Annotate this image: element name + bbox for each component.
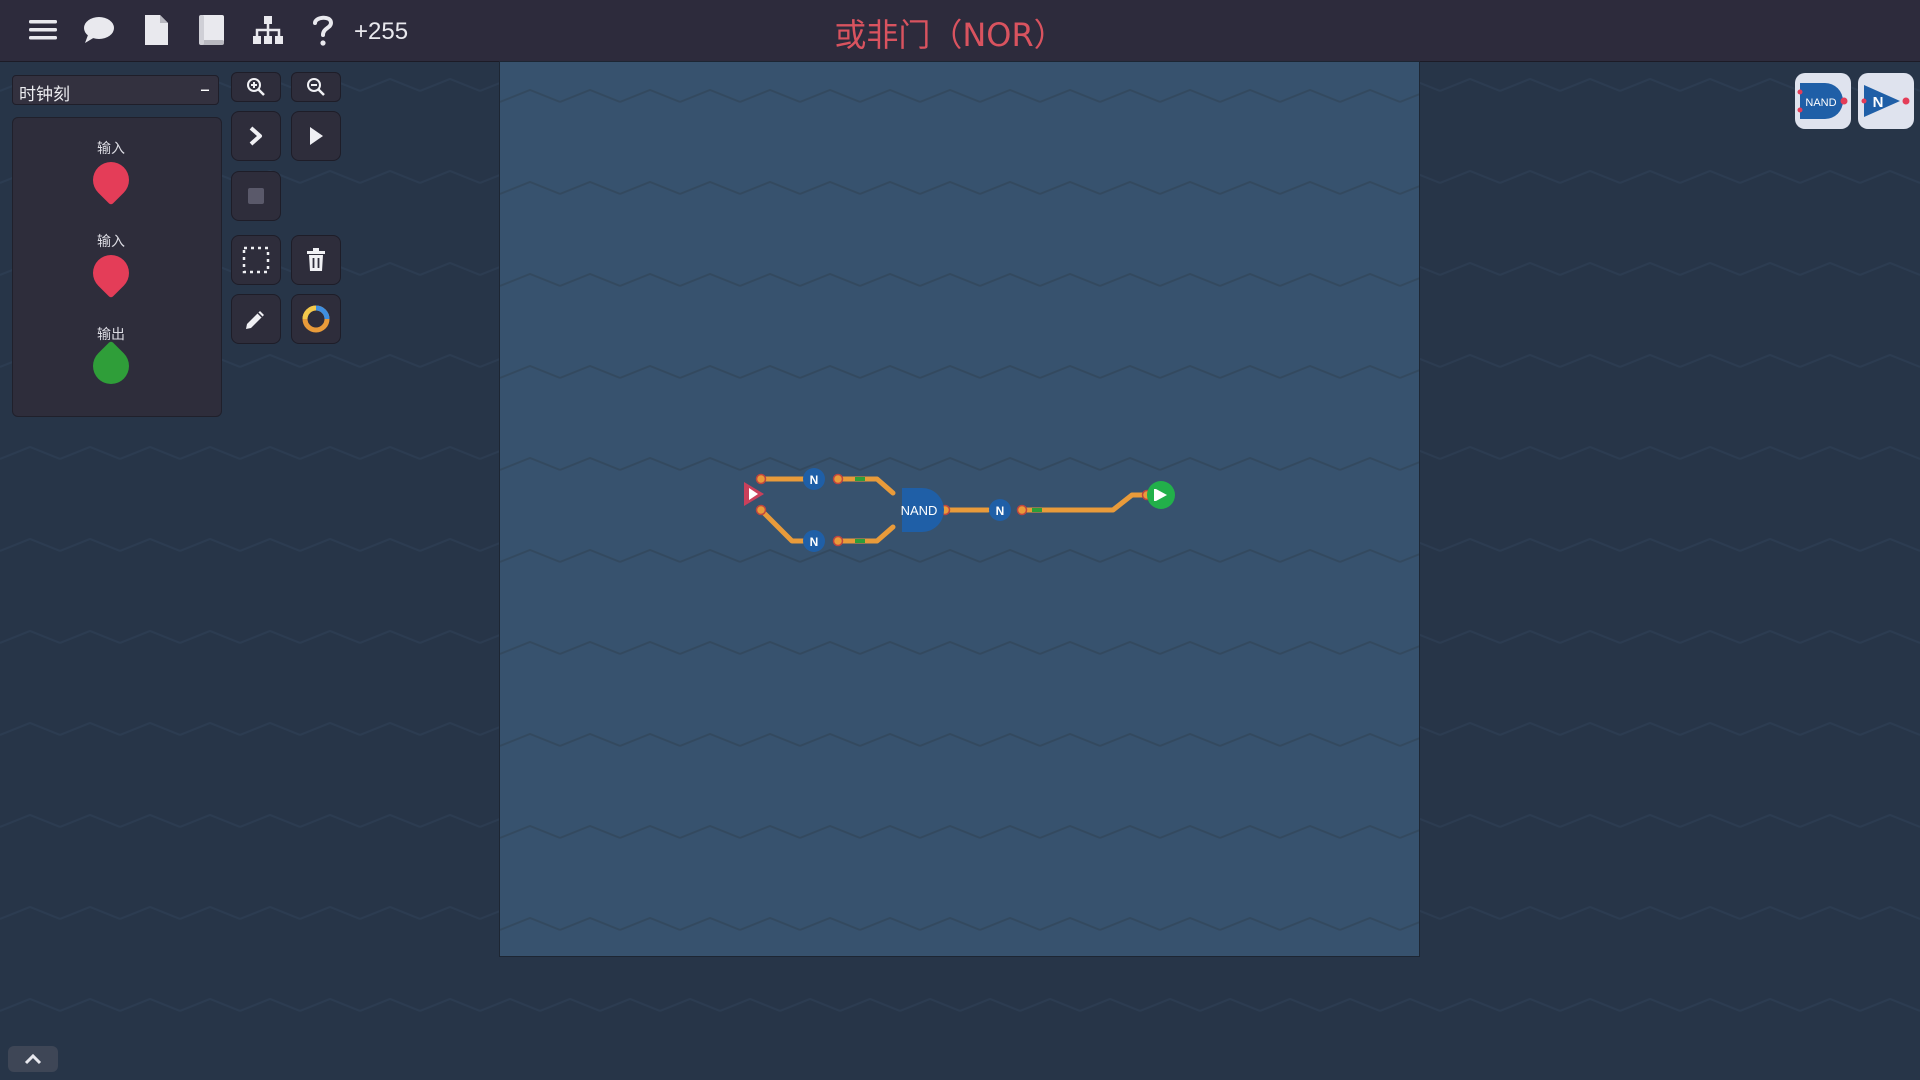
gate-label: N: [810, 535, 819, 549]
component-label: N: [1873, 94, 1884, 111]
gate-label: NAND: [901, 503, 938, 518]
zoom-out-button[interactable]: [291, 72, 341, 102]
wire-node[interactable]: [832, 535, 844, 547]
clock-tick-label: 时钟刻: [19, 85, 70, 105]
clock-tick-select[interactable]: 时钟刻 –: [12, 75, 219, 105]
not-gate-1[interactable]: N: [803, 468, 825, 490]
io-label: 输入: [97, 141, 125, 157]
play-icon: [310, 127, 323, 145]
selection-icon: [242, 246, 270, 274]
circuit-board[interactable]: N N NAND N: [499, 61, 1420, 957]
wire-node[interactable]: [755, 504, 767, 516]
pencil-icon: [246, 311, 264, 329]
component-nand-button[interactable]: NAND: [1795, 73, 1851, 129]
trash-icon: [307, 248, 325, 271]
color-wheel-icon: [302, 305, 330, 333]
input-pin-icon[interactable]: [85, 154, 137, 206]
gate-label: N: [810, 473, 819, 487]
circuit-canvas[interactable]: N N NAND N: [500, 62, 1420, 957]
input-pin-icon[interactable]: [85, 247, 137, 299]
play-button[interactable]: [291, 111, 341, 161]
io-input-1[interactable]: 输入: [13, 138, 209, 206]
stop-button[interactable]: [231, 171, 281, 221]
component-label: NAND: [1805, 97, 1836, 109]
expand-panel-button[interactable]: [8, 1046, 58, 1072]
io-output-1[interactable]: 输出: [13, 324, 209, 392]
select-button[interactable]: [231, 235, 281, 285]
circuit-output-pin[interactable]: [1147, 481, 1175, 509]
nand-gate[interactable]: NAND: [901, 488, 944, 532]
pencil-button[interactable]: [231, 294, 281, 344]
wire-node[interactable]: [1016, 504, 1028, 516]
collapse-minus-icon[interactable]: –: [200, 77, 210, 101]
io-input-2[interactable]: 输入: [13, 231, 209, 299]
wire-segment: [855, 539, 865, 543]
wire-segment: [1032, 508, 1042, 512]
io-pin-panel: 输入 输入 输出: [12, 117, 222, 417]
component-not-button[interactable]: N: [1858, 73, 1914, 129]
output-pin-icon[interactable]: [85, 340, 137, 392]
zoom-in-button[interactable]: [231, 72, 281, 102]
delete-button[interactable]: [291, 235, 341, 285]
wire-node[interactable]: [755, 473, 767, 485]
chevron-right-icon: [249, 126, 262, 146]
zoom-in-icon: [247, 78, 265, 96]
io-label: 输入: [97, 234, 125, 250]
stop-icon: [248, 188, 264, 204]
not-gate-2[interactable]: N: [803, 530, 825, 552]
not-gate-3[interactable]: N: [989, 499, 1011, 521]
wire-segment: [855, 477, 865, 481]
level-title: 或非门（NOR）: [834, 16, 1066, 54]
step-button[interactable]: [231, 111, 281, 161]
zoom-out-icon: [307, 78, 325, 96]
wire-node[interactable]: [832, 473, 844, 485]
color-button[interactable]: [291, 294, 341, 344]
top-bar: +255 或非门（NOR）: [0, 0, 1920, 62]
chevron-up-icon: [24, 1053, 42, 1065]
gate-label: N: [996, 504, 1005, 518]
